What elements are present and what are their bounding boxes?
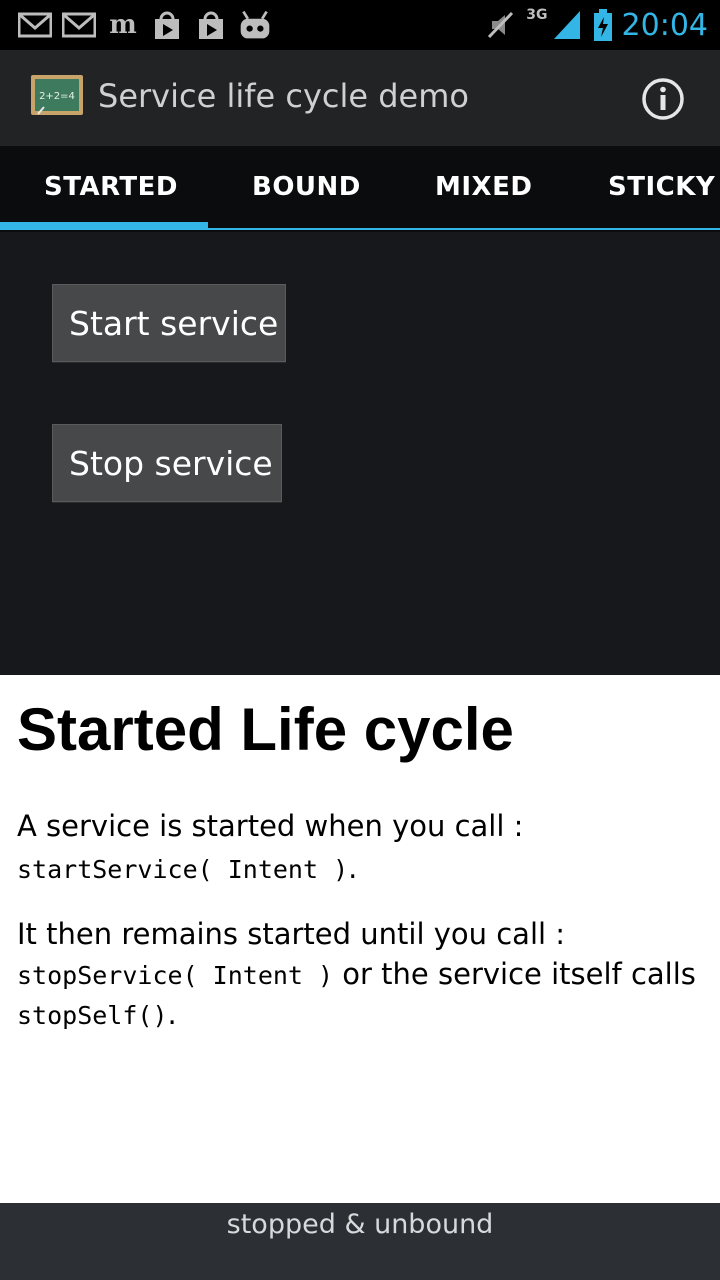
network-type: 3G bbox=[526, 7, 548, 23]
tab-bar: STARTED BOUND MIXED STICKY bbox=[0, 146, 720, 232]
start-service-button[interactable]: Start service bbox=[52, 284, 286, 362]
tab-selected-indicator bbox=[0, 222, 208, 230]
play-store-icon bbox=[194, 8, 228, 42]
tab-mixed[interactable]: MIXED bbox=[435, 172, 532, 202]
tab-sticky[interactable]: STICKY bbox=[608, 172, 715, 202]
tab-bound[interactable]: BOUND bbox=[252, 172, 361, 202]
tab-started[interactable]: STARTED bbox=[44, 172, 178, 202]
explanation-heading: Started Life cycle bbox=[17, 696, 514, 763]
battery-charging-icon bbox=[592, 8, 614, 42]
newspaper-icon: m bbox=[109, 10, 137, 40]
paragraph-1-line-1: A service is started when you call : bbox=[17, 809, 524, 843]
paragraph-2-mid: or the service itself calls bbox=[333, 957, 696, 991]
gmail-icon bbox=[18, 8, 52, 42]
service-status-text: stopped & unbound bbox=[226, 1209, 494, 1240]
play-store-icon bbox=[150, 8, 184, 42]
chalkboard-icon[interactable]: 2+2=4 bbox=[30, 74, 84, 118]
app-title: Service life cycle demo bbox=[98, 77, 469, 115]
gmail-icon bbox=[62, 8, 96, 42]
controls-panel: Start service Stop service bbox=[0, 232, 720, 675]
paragraph-2-line-3: stopSelf(). bbox=[17, 997, 177, 1031]
explanation-panel: Started Life cycle A service is started … bbox=[0, 675, 720, 1203]
chalkboard-text: 2+2=4 bbox=[39, 91, 75, 102]
period: . bbox=[348, 851, 358, 885]
signal-icon bbox=[550, 8, 584, 42]
info-icon[interactable] bbox=[640, 76, 686, 122]
notification-icons: m bbox=[18, 7, 272, 43]
service-status-bar: stopped & unbound bbox=[0, 1203, 720, 1280]
stop-service-code: stopService( Intent ) bbox=[17, 961, 334, 990]
paragraph-2-line-1: It then remains started until you call : bbox=[17, 917, 566, 951]
paragraph-2-line-2: stopService( Intent ) or the service its… bbox=[17, 957, 696, 991]
action-bar: 2+2=4 Service life cycle demo bbox=[0, 50, 720, 147]
start-service-code: startService( Intent ) bbox=[17, 855, 349, 884]
muted-icon bbox=[484, 8, 518, 42]
status-bar: m 3G 20:04 bbox=[0, 0, 720, 50]
period: . bbox=[167, 997, 177, 1031]
stop-self-code: stopSelf() bbox=[17, 1001, 168, 1030]
clock: 20:04 bbox=[621, 7, 708, 43]
paragraph-1-line-2: startService( Intent ). bbox=[17, 851, 357, 885]
system-icons: 3G 20:04 bbox=[484, 4, 708, 46]
stop-service-button[interactable]: Stop service bbox=[52, 424, 282, 502]
android-debug-icon bbox=[238, 8, 272, 42]
